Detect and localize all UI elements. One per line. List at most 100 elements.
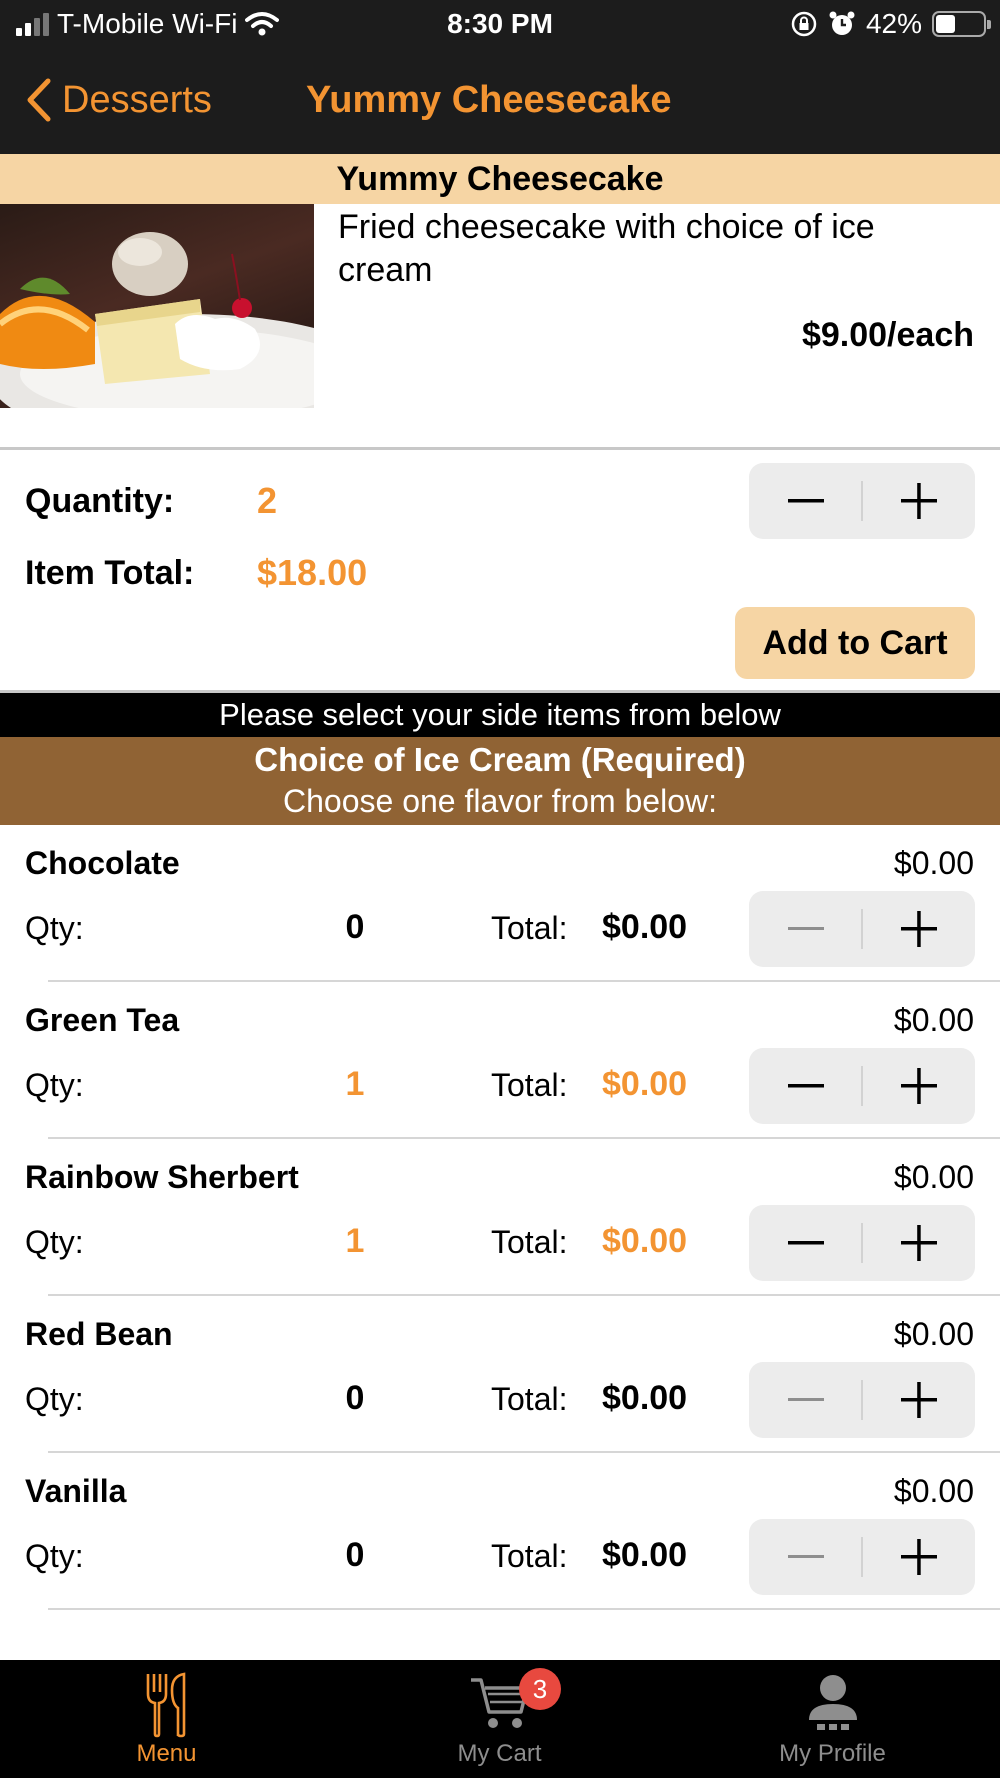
option-qty-label: Qty: [25,910,84,946]
option-increment-button[interactable] [862,1519,975,1595]
option-price: $0.00 [893,1473,974,1509]
quantity-stepper [749,463,975,539]
cheesecake-image [0,232,314,408]
option-qty: 0 [345,1379,365,1417]
item-price: $9.00/each [801,316,974,354]
option-stepper [749,1362,975,1438]
tab-bar: Menu 3 My Cart My Profile [0,1660,1000,1778]
item-name-header: Yummy Cheesecake [0,154,1000,204]
nav-bar: Desserts Yummy Cheesecake [0,50,1000,154]
option-total: $0.00 [602,1379,688,1417]
page-title: Yummy Cheesecake [306,79,672,121]
option-decrement-button[interactable] [749,1362,862,1438]
option-price: $0.00 [893,1159,974,1195]
option-decrement-button[interactable] [749,891,862,967]
option-price: $0.00 [893,845,974,881]
option-decrement-button[interactable] [749,1048,862,1124]
option-increment-button[interactable] [862,1205,975,1281]
alarm-icon [829,11,855,35]
back-button[interactable]: Desserts [26,78,212,122]
item-total-value: $18.00 [257,552,368,593]
side-items-banner: Please select your side items from below [0,693,1000,737]
option-stepper [749,1519,975,1595]
option-group-subtitle: Choose one flavor from below: [283,783,717,819]
option-total-label: Total: [491,910,568,946]
minus-icon [787,499,824,503]
option-price: $0.00 [893,1002,974,1038]
battery-icon [932,11,991,37]
option-total-label: Total: [491,1224,568,1260]
tab-menu[interactable]: Menu [0,1660,333,1778]
option-group-header: Choice of Ice Cream (Required) Choose on… [0,737,1000,825]
option-total-label: Total: [491,1538,568,1574]
item-total-label: Item Total: [25,554,195,592]
tab-label: Menu [136,1740,197,1767]
option-qty: 0 [345,908,365,946]
tab-profile[interactable]: My Profile [666,1660,999,1778]
item-description: Fried cheesecake with choice of ice crea… [338,208,875,289]
status-bar: T-Mobile Wi-Fi 8:30 PM 42% [0,0,1000,50]
minus-icon [787,927,824,930]
plus-icon [900,1068,937,1104]
option-total: $0.00 [602,1065,688,1103]
option-qty-label: Qty: [25,1224,84,1260]
divider [0,447,1000,450]
tab-cart[interactable]: 3 My Cart [333,1660,666,1778]
option-row: Vanilla $0.00 Qty: 0 Total: $0.00 [0,1453,1000,1610]
minus-icon [787,1555,824,1558]
option-name: Chocolate [25,845,180,881]
option-row: Green Tea $0.00 Qty: 1 Total: $0.00 [0,982,1000,1139]
plus-icon [900,1539,937,1575]
chevron-left-icon [27,78,51,122]
option-name: Vanilla [25,1473,127,1509]
quantity-label: Quantity: [25,482,175,520]
battery-percent: 42% [865,8,922,39]
quantity-increment-button[interactable] [862,463,975,539]
option-row: Red Bean $0.00 Qty: 0 Total: $0.00 [0,1296,1000,1453]
option-qty: 1 [345,1065,365,1103]
orientation-lock-icon [791,11,817,37]
option-qty: 1 [345,1222,365,1260]
option-increment-button[interactable] [862,1048,975,1124]
option-stepper [749,1205,975,1281]
option-total: $0.00 [602,908,688,946]
option-name: Red Bean [25,1316,173,1352]
option-increment-button[interactable] [862,1362,975,1438]
minus-icon [787,1398,824,1401]
item-photo [0,204,314,408]
option-group-title: Choice of Ice Cream (Required) [254,741,746,778]
option-stepper [749,1048,975,1124]
plus-icon [900,1382,937,1418]
option-name: Green Tea [25,1002,180,1038]
back-label: Desserts [62,78,212,121]
option-price: $0.00 [893,1316,974,1352]
option-total-label: Total: [491,1381,568,1417]
plus-icon [900,1225,937,1261]
option-total-label: Total: [491,1067,568,1103]
option-qty-label: Qty: [25,1067,84,1103]
option-increment-button[interactable] [862,891,975,967]
quantity-value: 2 [257,480,278,521]
plus-icon [900,911,937,947]
option-qty-label: Qty: [25,1538,84,1574]
option-name: Rainbow Sherbert [25,1159,299,1195]
plus-icon [900,483,937,519]
battery-fill [936,15,956,33]
option-decrement-button[interactable] [749,1519,862,1595]
option-stepper [749,891,975,967]
tab-label: My Profile [779,1740,886,1767]
option-total: $0.00 [602,1222,688,1260]
option-qty-label: Qty: [25,1381,84,1417]
option-decrement-button[interactable] [749,1205,862,1281]
fork-knife-icon [146,1672,185,1738]
minus-icon [787,1084,824,1088]
quantity-decrement-button[interactable] [749,463,862,539]
cart-badge: 3 [519,1668,561,1710]
add-to-cart-button[interactable]: Add to Cart [735,607,975,679]
row-divider [48,1608,1000,1610]
status-right: 42% [790,8,991,40]
minus-icon [787,1241,824,1245]
option-total: $0.00 [602,1536,688,1574]
option-row: Rainbow Sherbert $0.00 Qty: 1 Total: $0.… [0,1139,1000,1296]
option-row: Chocolate $0.00 Qty: 0 Total: $0.00 [0,825,1000,982]
